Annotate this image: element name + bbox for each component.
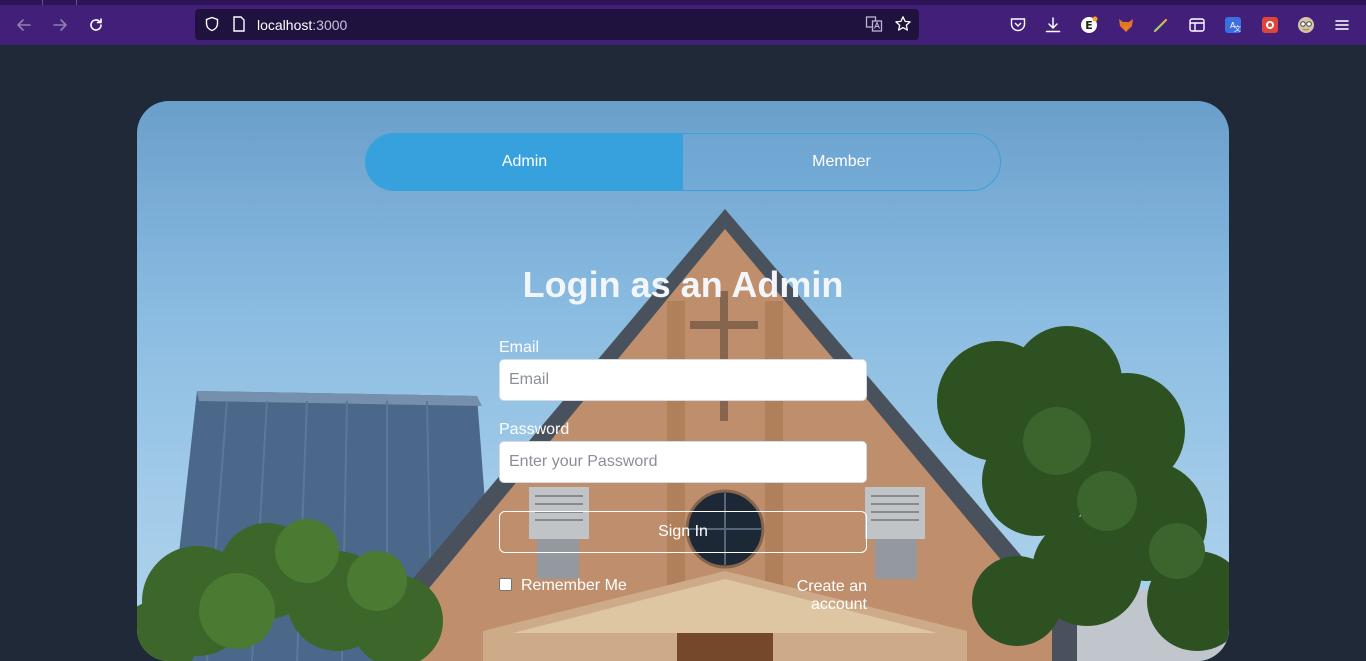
page-title: Login as an Admin	[522, 264, 844, 305]
sidebar-icon[interactable]	[1188, 16, 1206, 34]
tab-member[interactable]: Member	[683, 134, 1000, 190]
sign-in-button[interactable]: Sign In	[499, 511, 867, 553]
forward-button[interactable]	[47, 12, 73, 38]
email-field[interactable]	[499, 359, 867, 401]
reload-button[interactable]	[83, 12, 109, 38]
remember-me-checkbox[interactable]	[499, 577, 512, 591]
svg-text:文: 文	[1234, 24, 1241, 33]
password-field[interactable]	[499, 441, 867, 483]
avatar-extension-icon[interactable]	[1297, 16, 1315, 34]
fox-extension-icon[interactable]	[1117, 16, 1135, 34]
url-text[interactable]: localhost:3000	[257, 17, 347, 33]
tab-admin[interactable]: Admin	[366, 134, 683, 190]
hamburger-menu-icon[interactable]	[1333, 16, 1351, 34]
shield-icon[interactable]	[203, 15, 221, 33]
translate-extension-icon[interactable]: A文	[1224, 16, 1242, 34]
role-toggle: Admin Member	[365, 133, 1001, 191]
translate-icon[interactable]	[865, 15, 883, 33]
pocket-icon[interactable]	[1009, 16, 1027, 34]
extension-e-icon[interactable]: E	[1080, 16, 1098, 34]
star-icon[interactable]	[894, 15, 912, 33]
password-label: Password	[499, 421, 570, 438]
page-icon	[230, 15, 248, 33]
red-extension-icon[interactable]	[1261, 16, 1279, 34]
login-card: Admin Member Login as an Admin Email Pas…	[137, 101, 1229, 661]
eyedropper-icon[interactable]	[1152, 16, 1170, 34]
browser-toolbar: localhost:3000 E A文	[0, 0, 1366, 45]
svg-text:E: E	[1085, 19, 1093, 32]
email-label: Email	[499, 339, 540, 356]
arrow-right-icon	[53, 19, 67, 31]
url-bar[interactable]: localhost:3000	[195, 9, 919, 40]
remember-me-label[interactable]: Remember Me	[521, 577, 627, 595]
arrow-left-icon	[17, 19, 31, 31]
remember-me: Remember Me	[499, 577, 627, 595]
reload-icon	[90, 18, 102, 31]
back-button[interactable]	[11, 12, 37, 38]
tab-indicator	[42, 0, 77, 5]
create-account-link[interactable]: Create an account	[739, 578, 867, 614]
download-icon[interactable]	[1044, 16, 1062, 34]
